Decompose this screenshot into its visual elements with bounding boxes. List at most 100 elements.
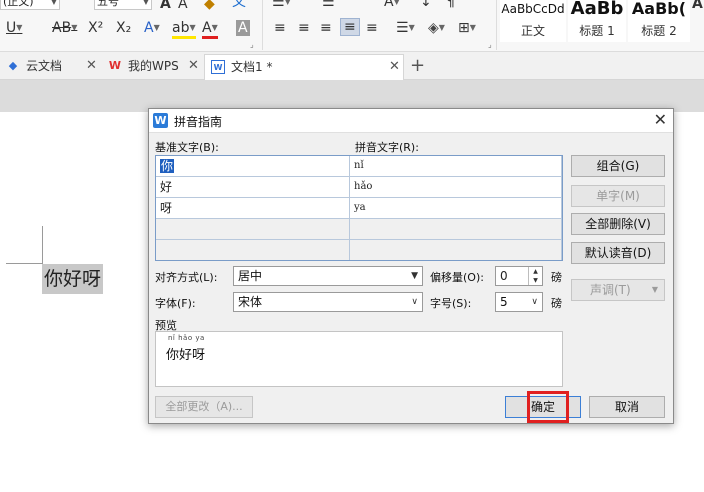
writer-doc-icon: W: [211, 60, 225, 74]
phonetic-grid: 你 nǐ 好 hǎo 呀 ya: [155, 155, 563, 261]
tab-label: 文档1 *: [231, 60, 273, 74]
tab-document-1[interactable]: W 文档1 * ✕: [204, 54, 404, 80]
default-reading-button[interactable]: 默认读音(D): [571, 242, 665, 264]
cloud-cube-icon: ◆: [8, 59, 18, 72]
close-icon[interactable]: ✕: [389, 55, 400, 79]
base-text-cell[interactable]: 好: [156, 177, 350, 198]
style-name: 标题 1: [579, 24, 615, 38]
font-select[interactable]: 宋体 ∨: [233, 292, 423, 312]
ruby-text-cell[interactable]: ya: [350, 198, 562, 219]
font-color-icon[interactable]: A▼: [202, 20, 218, 39]
shading-icon[interactable]: ◈▼: [428, 20, 445, 36]
tab-cloud-docs[interactable]: ◆ 云文档 ✕: [0, 54, 100, 80]
style-more-icon[interactable]: A: [692, 0, 703, 12]
alignment-value: 居中: [238, 269, 263, 283]
close-icon[interactable]: ✕: [654, 110, 667, 130]
distributed-icon[interactable]: ≡: [366, 20, 378, 36]
clear-format-icon[interactable]: ◆: [204, 0, 215, 12]
base-text-cell[interactable]: 你: [156, 156, 350, 177]
align-center-icon[interactable]: ≡: [298, 20, 310, 36]
ruby-text-cell[interactable]: nǐ: [350, 156, 562, 177]
chevron-down-icon: ▼: [50, 0, 57, 6]
margin-corner-mark: [6, 263, 42, 264]
group-button[interactable]: 组合(G): [571, 155, 665, 177]
subscript-icon[interactable]: X₂: [116, 20, 131, 36]
bullets-icon[interactable]: ☰▼: [272, 0, 291, 10]
line-spacing-icon[interactable]: ☰▼: [396, 20, 415, 36]
font-name-combo[interactable]: (正文) ▼: [0, 0, 60, 10]
alignment-select[interactable]: 居中 ▼: [233, 266, 423, 286]
tab-my-wps[interactable]: W 我的WPS ✕: [102, 54, 202, 80]
close-icon[interactable]: ✕: [86, 54, 97, 78]
cancel-button[interactable]: 取消: [589, 396, 665, 418]
clear-all-button[interactable]: 全部删除(V): [571, 213, 665, 235]
style-heading-1[interactable]: AaBb 标题 1: [568, 0, 626, 42]
style-normal[interactable]: AaBbCcDd 正文: [500, 0, 566, 42]
chevron-down-icon: ∨: [531, 297, 538, 307]
tone-dropdown[interactable]: 声调(T) ▼: [571, 279, 665, 301]
ruby-text-label: 拼音文字(R):: [355, 141, 419, 154]
underline-icon[interactable]: U▼: [6, 20, 22, 36]
chevron-down-icon: ▼: [142, 0, 149, 6]
phonetic-guide-icon[interactable]: 文: [232, 0, 246, 10]
tone-label: 声调(T): [590, 283, 631, 297]
align-left-icon[interactable]: ≡: [274, 20, 286, 36]
offset-spinner[interactable]: 0 ▲ ▼: [495, 266, 543, 286]
tab-label: 云文档: [26, 59, 63, 73]
margin-corner-mark: [42, 226, 43, 264]
offset-label: 偏移量(O):: [430, 271, 484, 284]
char-shading-icon[interactable]: A: [236, 20, 250, 36]
font-value: 宋体: [238, 295, 263, 309]
superscript-icon[interactable]: X²: [88, 20, 103, 36]
font-dialog-launcher-icon[interactable]: ⌟: [250, 40, 254, 49]
dialog-title-bar[interactable]: W 拼音指南 ✕: [149, 109, 673, 133]
change-case-icon[interactable]: A▼: [384, 0, 400, 10]
offset-value: 0: [500, 269, 508, 283]
show-marks-icon[interactable]: ¶: [446, 0, 455, 10]
base-text-cell: [156, 240, 350, 260]
style-heading-2[interactable]: AaBb( 标题 2: [628, 0, 690, 42]
document-selected-text[interactable]: 你好呀: [42, 264, 104, 294]
ribbon-divider: [496, 0, 497, 50]
font-size-combo[interactable]: 五号 ▼: [94, 0, 152, 10]
wps-writer-icon: W: [153, 113, 168, 128]
grow-font-icon[interactable]: A: [160, 0, 171, 12]
preview-box: nǐ hǎo ya 你好呀: [155, 331, 563, 387]
spin-arrows-icon[interactable]: ▲ ▼: [528, 267, 542, 285]
borders-icon[interactable]: ⊞▼: [458, 20, 476, 36]
size-label: 字号(S):: [430, 297, 472, 310]
new-tab-plus-icon[interactable]: +: [410, 54, 425, 78]
ruby-text-cell: [350, 219, 562, 240]
style-name: 正文: [520, 24, 545, 38]
highlight-icon[interactable]: ab▼: [172, 20, 196, 39]
size-select[interactable]: 5 ∨: [495, 292, 543, 312]
align-justify-icon[interactable]: ≡: [340, 18, 360, 36]
style-sample: AaBb(: [631, 0, 687, 18]
ribbon-divider: [262, 0, 263, 50]
dialog-title: 拼音指南: [174, 115, 223, 129]
base-text-label: 基准文字(B):: [155, 141, 219, 154]
chevron-down-icon: ▼: [651, 285, 658, 294]
size-value: 5: [500, 295, 508, 309]
close-icon[interactable]: ✕: [188, 54, 199, 78]
style-sample: AaBb: [570, 0, 624, 19]
chevron-down-icon: ▼: [411, 271, 418, 281]
sort-icon[interactable]: ↕: [420, 0, 432, 10]
change-all-button[interactable]: 全部更改（A)...: [155, 396, 253, 418]
base-text-cell[interactable]: 呀: [156, 198, 350, 219]
tab-label: 我的WPS: [128, 59, 179, 73]
ribbon-toolbar: (正文) ▼ 五号 ▼ A A ◆ 文 U▼ AB▼ X² X₂ A▼ ab▼ A▼…: [0, 0, 704, 52]
alignment-label: 对齐方式(L):: [155, 271, 218, 284]
offset-unit: 磅: [551, 271, 562, 284]
strikethrough-icon[interactable]: AB▼: [52, 20, 77, 36]
decrease-indent-icon[interactable]: ☰: [322, 0, 335, 10]
paragraph-dialog-launcher-icon[interactable]: ⌟: [488, 40, 492, 49]
ruby-text-cell[interactable]: hǎo: [350, 177, 562, 198]
text-effect-icon[interactable]: A▼: [144, 20, 160, 36]
font-label: 字体(F):: [155, 297, 196, 310]
style-name: 标题 2: [641, 24, 677, 38]
shrink-font-icon[interactable]: A: [178, 0, 188, 12]
align-right-icon[interactable]: ≡: [320, 20, 332, 36]
mono-button[interactable]: 单字(M): [571, 185, 665, 207]
phonetic-guide-dialog: W 拼音指南 ✕ 基准文字(B): 拼音文字(R): 你 nǐ 好 hǎo 呀 …: [148, 108, 674, 424]
